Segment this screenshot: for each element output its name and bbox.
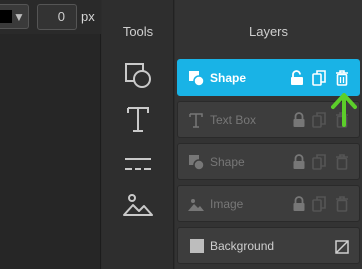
text-tool-button[interactable] <box>122 104 154 134</box>
layer-label: Text Box <box>210 113 257 127</box>
canvas-area[interactable]: ▼ 0 px <box>0 0 101 269</box>
image-icon <box>188 199 204 211</box>
trash-icon[interactable] <box>335 196 349 212</box>
trash-icon[interactable] <box>335 154 349 170</box>
layer-item[interactable]: Shape <box>177 59 360 96</box>
unlock-icon[interactable] <box>290 70 304 86</box>
line-tool-button[interactable] <box>122 148 154 178</box>
background-swatch <box>190 239 204 253</box>
arrow-up-icon <box>331 93 357 127</box>
layer-item[interactable]: Image <box>177 185 360 222</box>
shape-icon <box>125 63 151 88</box>
size-unit-label: px <box>81 9 95 24</box>
shape-icon <box>189 71 204 86</box>
color-swatch <box>0 10 12 23</box>
duplicate-icon[interactable] <box>312 112 326 128</box>
layer-label: Shape <box>210 155 245 169</box>
size-input[interactable]: 0 <box>37 4 77 30</box>
lock-icon[interactable] <box>292 154 306 170</box>
layer-label: Shape <box>210 71 247 85</box>
text-icon <box>127 107 149 132</box>
tools-panel: Tools <box>102 0 174 269</box>
tools-title: Tools <box>122 24 154 39</box>
lock-icon[interactable] <box>292 196 306 212</box>
duplicate-icon[interactable] <box>312 154 326 170</box>
property-bar: ▼ 0 px <box>0 0 101 34</box>
shape-icon <box>189 155 204 170</box>
layer-item[interactable]: Shape <box>177 143 360 180</box>
trash-icon[interactable] <box>335 70 349 86</box>
line-style-icon <box>125 158 151 170</box>
layers-panel: Layers Shape Text Box Shape Image Backgr… <box>175 0 362 269</box>
duplicate-icon[interactable] <box>312 196 326 212</box>
layer-label: Background <box>210 239 275 253</box>
caret-down-icon: ▼ <box>13 10 25 24</box>
no-fill-icon[interactable] <box>335 239 349 255</box>
layers-title: Layers <box>248 24 289 39</box>
lock-icon[interactable] <box>292 112 306 128</box>
editor-root: ▼ 0 px Tools Layers Shape Text Box Shape… <box>0 0 362 269</box>
layer-item[interactable]: Background <box>177 227 360 264</box>
shape-tool-button[interactable] <box>122 60 154 90</box>
duplicate-icon[interactable] <box>312 70 326 86</box>
image-icon <box>123 194 153 216</box>
image-tool-button[interactable] <box>122 190 154 220</box>
text-icon <box>189 113 203 128</box>
color-picker[interactable]: ▼ <box>0 4 29 29</box>
layer-label: Image <box>210 197 244 211</box>
